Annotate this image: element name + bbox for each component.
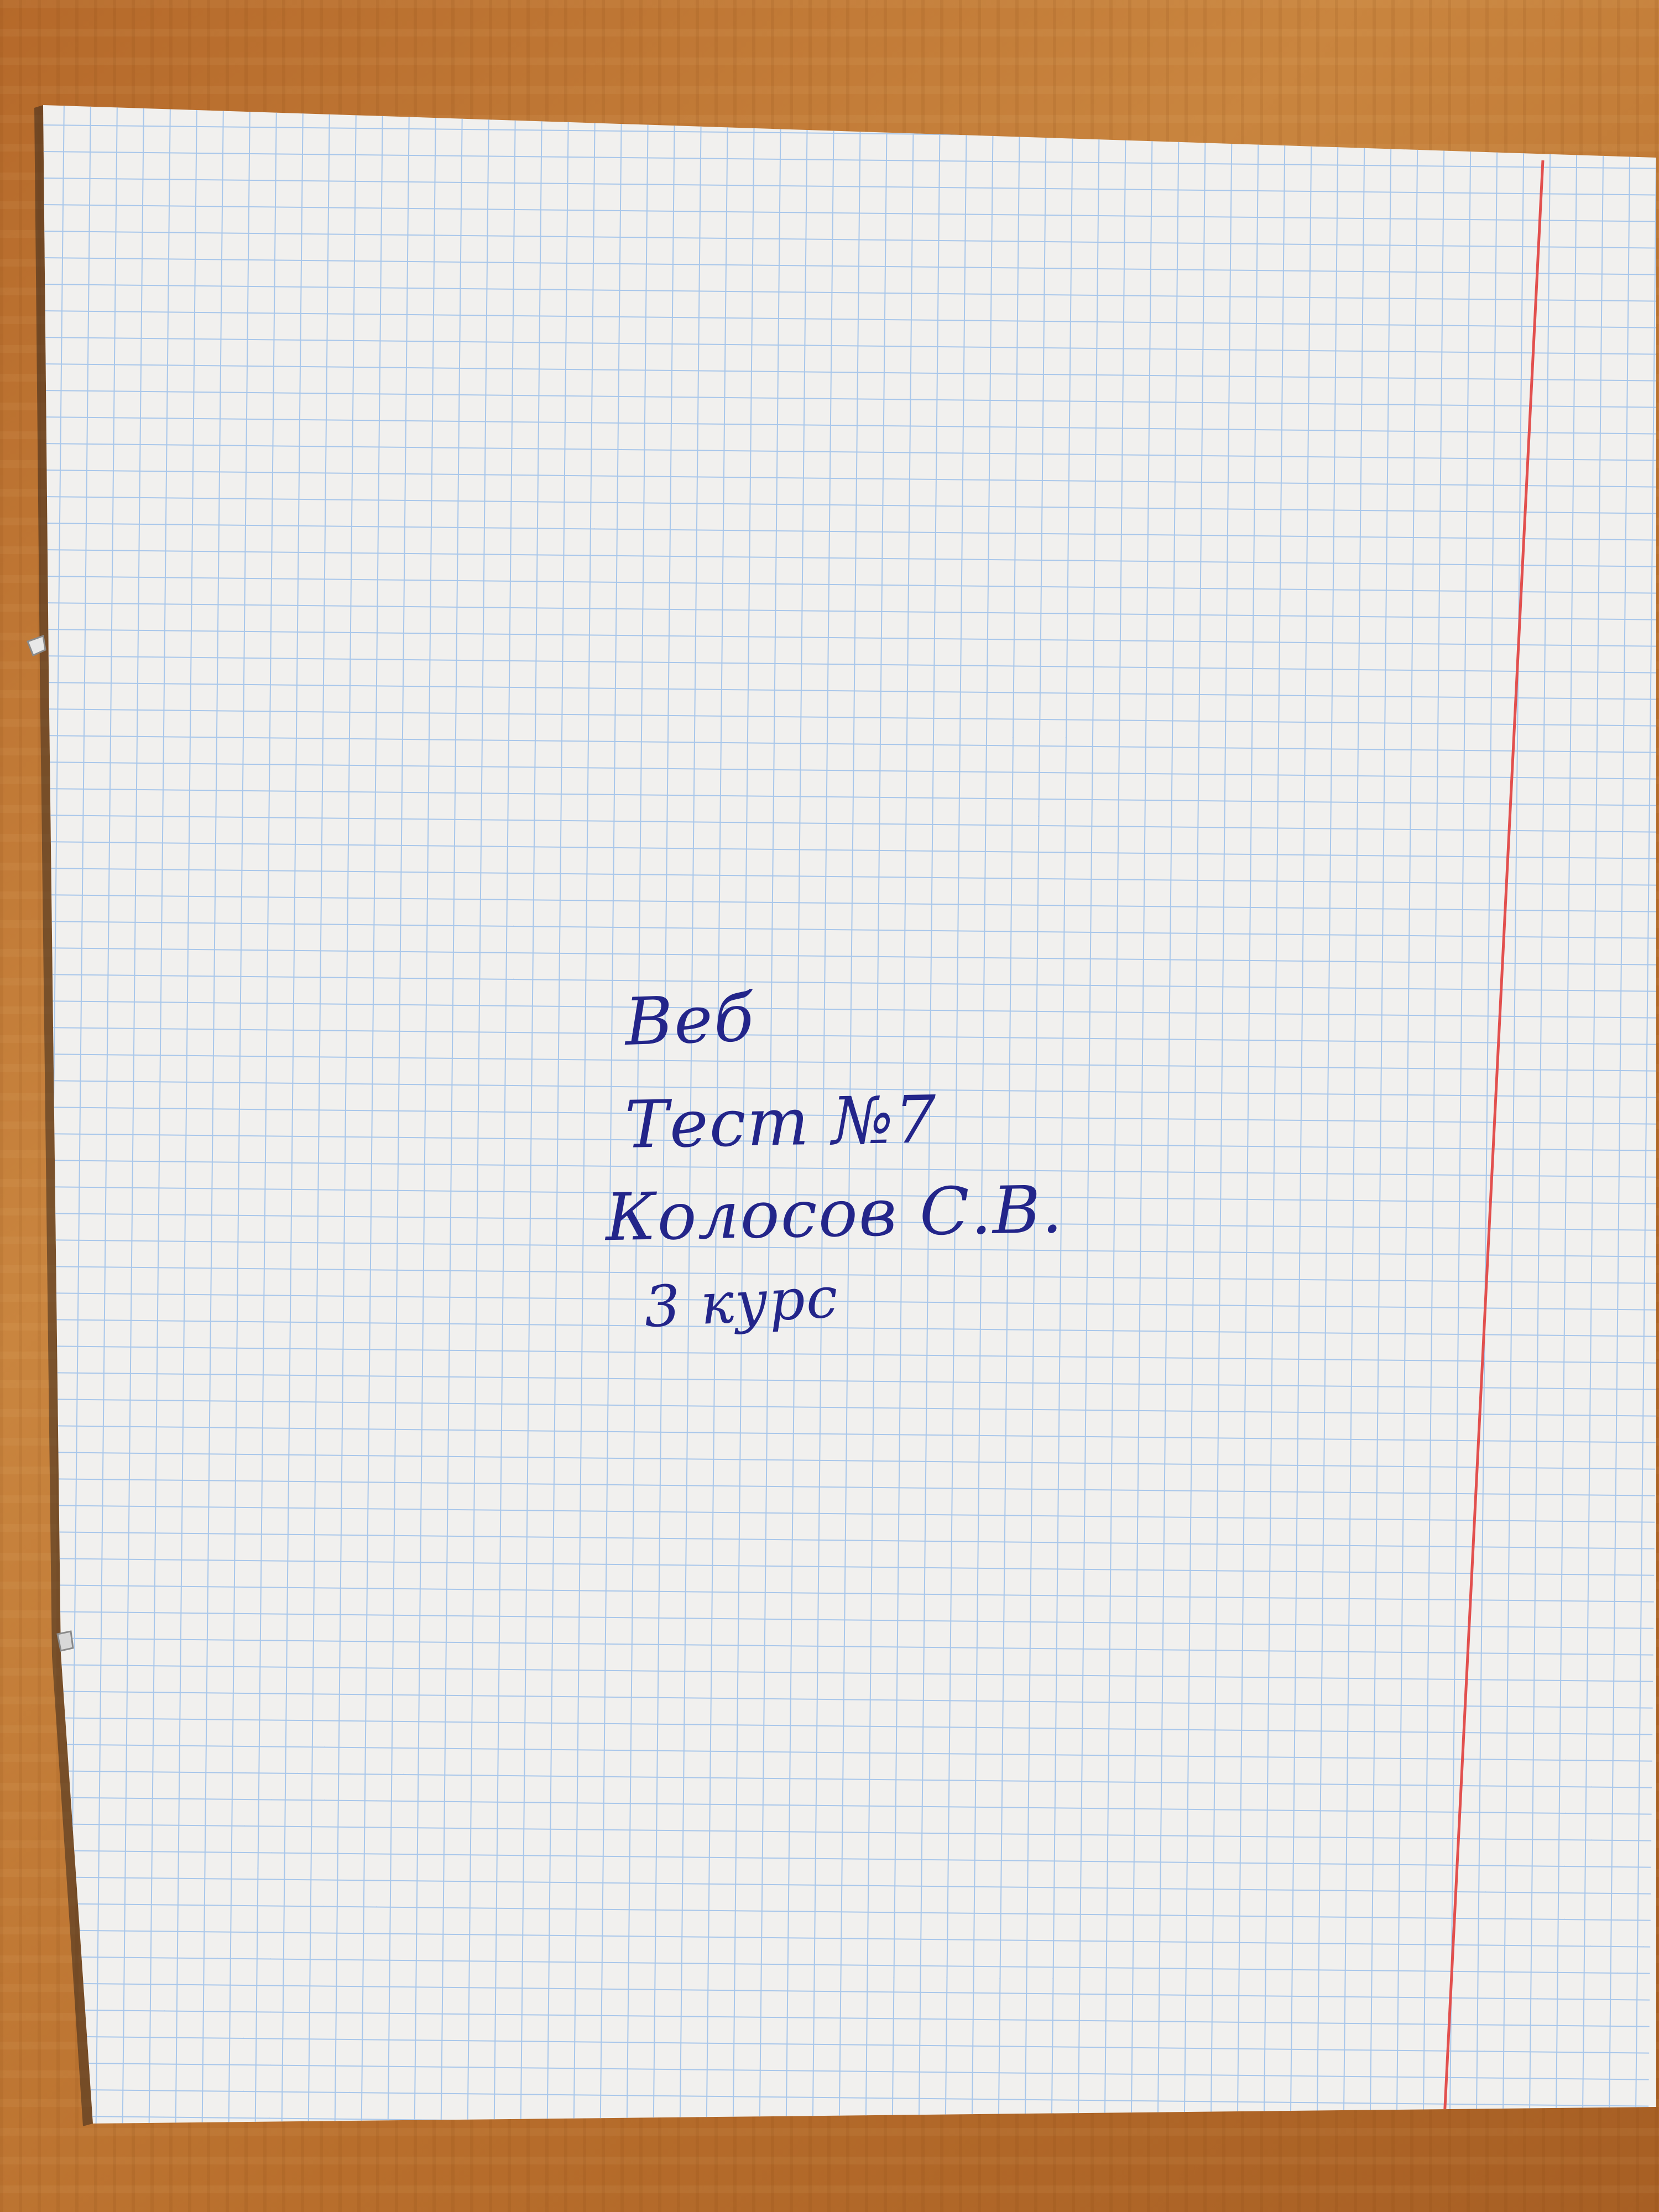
binding-staple-lower [56, 1630, 74, 1652]
notebook-page [27, 105, 1656, 2126]
grid-pattern [43, 105, 1656, 2124]
